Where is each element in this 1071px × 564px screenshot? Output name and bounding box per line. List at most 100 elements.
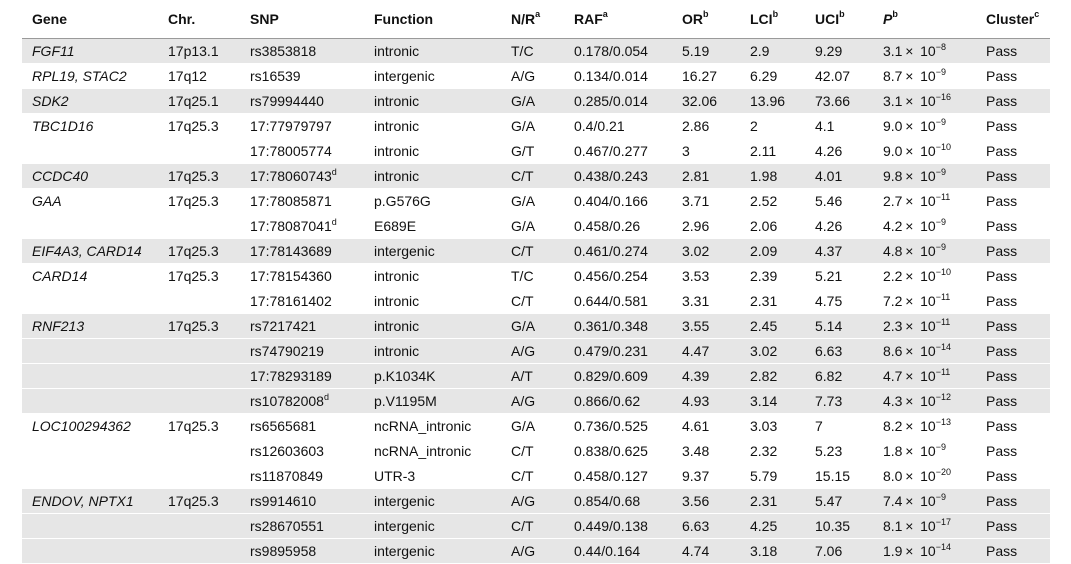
cell-function-text: intergenic [374,243,435,259]
cell-chr-text: 17q25.1 [168,93,219,109]
cell-function: intronic [364,163,501,189]
cell-gene-text: RNF213 [32,318,85,334]
cell-lci: 2.39 [740,263,805,289]
cell-lci-text: 2.52 [750,193,778,209]
cell-lci-text: 4.25 [750,518,778,534]
table-row: rs28670551 intergenic C/T 0.449/0.138 6.63 4.… [22,513,1050,539]
cell-uci: 4.37 [805,238,873,264]
column-header: N/Ra [501,0,564,39]
cell-gene: GAA [22,188,158,214]
p-mantissa: 8.7 [883,68,903,84]
cell-p-value: 9.0 × 10−10 [873,138,976,164]
column-header: Gene [22,0,158,39]
cell-raf: 0.178/0.054 [564,38,672,64]
cell-uci-text: 42.07 [815,68,851,84]
cell-p-value: 8.0 × 10−20 [873,463,976,489]
cell-or-text: 4.74 [682,543,710,559]
cell-cluster: Pass [976,513,1050,539]
cell-chr [158,363,240,389]
cell-raf-text: 0.134/0.014 [574,68,648,84]
column-header-label: Cluster [986,11,1035,27]
column-header-footnote: b [772,9,779,19]
table-row: rs9895958 intergenic A/G 0.44/0.164 4.74 3.18… [22,538,1050,564]
column-header-footnote: a [602,9,608,19]
cell-raf: 0.736/0.525 [564,413,672,439]
cell-cluster-text: Pass [986,318,1018,334]
p-mantissa: 4.7 [883,368,903,384]
p-exponent: −17 [935,517,951,527]
cell-or: 9.37 [672,463,740,489]
cell-function-text: p.K1034K [374,368,436,384]
cell-chr-text: 17q25.3 [168,243,219,259]
cell-snp-text: 17:77979797 [250,118,332,134]
cell-chr: 17q12 [158,63,240,89]
cell-nr: C/T [501,438,564,464]
cell-function: intronic [364,288,501,314]
cell-or-text: 3.71 [682,193,710,209]
column-header-footnote: a [535,9,541,19]
cell-uci-text: 73.66 [815,93,851,109]
cell-or: 3.71 [672,188,740,214]
cell-p-value: 3.1 × 10−8 [873,38,976,64]
cell-nr-text: C/T [511,168,534,184]
cell-raf: 0.854/0.68 [564,488,672,514]
cell-raf: 0.644/0.581 [564,288,672,314]
p-exponent: −9 [935,442,946,452]
cell-cluster: Pass [976,188,1050,214]
cell-snp-text: rs28670551 [250,518,324,534]
cell-gene [22,388,158,414]
cell-gene-text: LOC100294362 [32,418,131,434]
cell-p-value: 8.7 × 10−9 [873,63,976,89]
table-row: rs74790219 intronic A/G 0.479/0.231 4.47 3.02… [22,338,1050,364]
cell-raf: 0.866/0.62 [564,388,672,414]
cell-chr: 17q25.3 [158,488,240,514]
cell-chr: 17q25.3 [158,188,240,214]
p-exponent: −13 [935,417,951,427]
table-row: TBC1D16 17q25.3 17:77979797 intronic G/A 0.4/… [22,113,1050,139]
cell-cluster-text: Pass [986,343,1018,359]
cell-snp: 17:78293189 [240,363,364,389]
cell-function: p.G576G [364,188,501,214]
cell-nr: A/G [501,338,564,364]
cell-snp-text: rs3853818 [250,43,317,59]
cell-nr: G/A [501,313,564,339]
cell-cluster: Pass [976,263,1050,289]
cell-lci: 13.96 [740,88,805,114]
cell-p-value: 7.2 × 10−11 [873,288,976,314]
cell-or-text: 4.39 [682,368,710,384]
p-times-ten: × 10 [902,243,936,259]
cell-snp-text: 17:78143689 [250,243,332,259]
cell-or: 4.93 [672,388,740,414]
cell-nr-text: C/T [511,293,534,309]
p-exponent: −11 [935,317,951,327]
table-row: SDK2 17q25.1 rs79994440 intronic G/A 0.285/0.… [22,88,1050,114]
table-row: LOC100294362 17q25.3 rs6565681 ncRNA_intron… [22,413,1050,439]
cell-snp: rs16539 [240,63,364,89]
cell-nr-text: A/G [511,68,536,84]
cell-uci-text: 4.37 [815,243,843,259]
column-header-label: RAF [574,11,603,27]
cell-lci: 6.29 [740,63,805,89]
cell-gene: ENDOV, NPTX1 [22,488,158,514]
cell-snp: rs28670551 [240,513,364,539]
cell-snp-text: rs12603603 [250,443,324,459]
column-header-label: SNP [250,11,279,27]
p-mantissa: 8.1 [883,518,903,534]
cell-uci: 5.46 [805,188,873,214]
cell-or: 3.48 [672,438,740,464]
cell-raf-text: 0.736/0.525 [574,418,648,434]
cell-uci-text: 7 [815,418,823,434]
cell-cluster-text: Pass [986,268,1018,284]
cell-uci: 4.26 [805,138,873,164]
cell-chr [158,463,240,489]
table-row: rs10782008d p.V1195M A/G 0.866/0.62 4.93 3.14… [22,388,1050,414]
cell-function-text: intergenic [374,68,435,84]
cell-gene-text: SDK2 [32,93,69,109]
cell-chr [158,138,240,164]
column-header-label: Function [374,11,434,27]
table-row: RPL19, STAC2 17q12 rs16539 intergenic A/G 0.1… [22,63,1050,89]
cell-uci-text: 6.82 [815,368,843,384]
p-mantissa: 9.0 [883,118,903,134]
cell-cluster-text: Pass [986,293,1018,309]
p-times-ten: × 10 [902,118,936,134]
